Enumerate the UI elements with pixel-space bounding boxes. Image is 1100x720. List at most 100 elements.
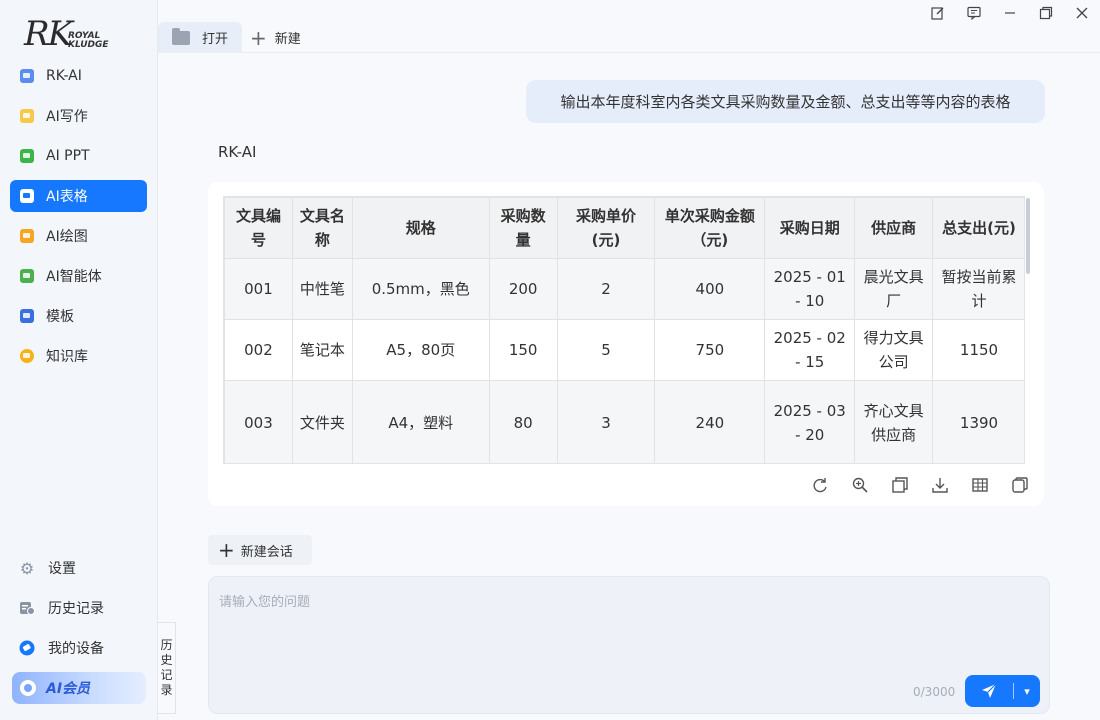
sidebar-bottom: ⚙ 设置 历史记录 我的设备 <box>10 552 147 672</box>
paint-icon <box>20 229 34 243</box>
table-cell: 0.5mm，黑色 <box>351 258 490 320</box>
column-header: 采购日期 <box>764 197 856 259</box>
gear-icon: ⚙ <box>19 558 35 578</box>
column-header: 供应商 <box>854 197 934 259</box>
sidebar-item-label: 设置 <box>48 561 76 577</box>
history-side-tab[interactable]: 历史记录 <box>158 622 176 714</box>
edit-icon[interactable] <box>923 2 953 24</box>
table-cell: 200 <box>488 258 558 320</box>
sidebar-item-ai-ppt[interactable]: AI PPT <box>10 140 147 172</box>
member-label: AI会员 <box>46 681 91 697</box>
agent-icon <box>20 269 34 283</box>
table-cell: 2025 - 01 - 10 <box>764 258 856 320</box>
column-header: 规格 <box>351 197 490 259</box>
table-cell: 750 <box>654 319 766 381</box>
result-table-container[interactable]: 文具编号 文具名称 规格 采购数量 采购单价(元) 单次采购金额（元) 采购日期… <box>223 196 1025 464</box>
table-cell: 2 <box>556 258 656 320</box>
table-icon <box>20 189 34 203</box>
chat-area: 输出本年度科室内各类文具采购数量及金额、总支出等等内容的表格 RK-AI 文具编… <box>158 54 1100 534</box>
chat-icon <box>20 69 34 83</box>
table-scrollbar[interactable] <box>1026 198 1030 274</box>
response-actions <box>800 474 1040 496</box>
table-icon[interactable] <box>960 474 1000 496</box>
result-table: 文具编号 文具名称 规格 采购数量 采购单价(元) 单次采购金额（元) 采购日期… <box>224 197 1024 463</box>
copy-icon[interactable] <box>880 474 920 496</box>
table-cell: 2025 - 03 - 20 <box>764 380 856 463</box>
minimize-icon[interactable] <box>995 2 1025 24</box>
sidebar-item-label: AI智能体 <box>46 269 102 285</box>
sidebar-item-settings[interactable]: ⚙ 设置 <box>10 552 147 584</box>
sidebar-item-label: 知识库 <box>46 349 88 365</box>
logo-line2: KLUDGE <box>68 40 109 50</box>
table-row: 001 中性笔 0.5mm，黑色 200 2 400 2025 - 01 - 1… <box>224 258 1024 320</box>
sidebar-item-ai-table[interactable]: AI表格 <box>10 180 147 212</box>
sidebar-item-label: 历史记录 <box>48 601 104 617</box>
column-header: 采购单价(元) <box>556 197 656 259</box>
table-cell: 240 <box>654 380 766 463</box>
logo: RK ROYAL KLUDGE <box>24 14 134 58</box>
close-icon[interactable] <box>1067 2 1097 24</box>
user-message: 输出本年度科室内各类文具采购数量及金额、总支出等等内容的表格 <box>526 80 1045 123</box>
sidebar-nav: RK-AI AI写作 AI PPT AI表格 AI绘图 AI智能体 模板 知识库 <box>10 60 147 380</box>
table-cell: 400 <box>654 258 766 320</box>
tab-open-label: 打开 <box>202 32 229 47</box>
sidebar-item-templates[interactable]: 模板 <box>10 300 147 332</box>
download-icon[interactable] <box>920 474 960 496</box>
table-cell: 1390 <box>932 380 1024 463</box>
folder-icon <box>172 27 190 45</box>
chevron-down-icon[interactable]: ▾ <box>1014 675 1040 707</box>
new-chat-button[interactable]: + 新建会话 <box>208 535 312 565</box>
writing-icon <box>20 109 34 123</box>
logo-text: ROYAL KLUDGE <box>68 32 109 50</box>
sidebar-item-label: 模板 <box>46 309 74 325</box>
send-icon <box>965 675 1013 707</box>
table-cell: 得力文具公司 <box>854 319 934 381</box>
member-icon <box>20 680 36 696</box>
sidebar-item-rk-ai[interactable]: RK-AI <box>10 60 147 92</box>
sidebar-item-devices[interactable]: 我的设备 <box>10 632 147 664</box>
column-header: 采购数量 <box>488 197 558 259</box>
table-row: 002 笔记本 A5，80页 150 5 750 2025 - 02 - 15 … <box>224 319 1024 381</box>
table-cell: 晨光文具厂 <box>854 258 934 320</box>
ai-member-button[interactable]: AI会员 <box>12 672 146 704</box>
duplicate-icon[interactable] <box>1000 474 1040 496</box>
zoom-icon[interactable] <box>840 474 880 496</box>
tab-open[interactable]: 打开 <box>158 22 242 53</box>
main-area: 打开 + 新建 输出本年度科室内各类文具采购数量及金额、总支出等等内容的表格 R… <box>158 0 1100 720</box>
sidebar-item-ai-paint[interactable]: AI绘图 <box>10 220 147 252</box>
table-header-row: 文具编号 文具名称 规格 采购数量 采购单价(元) 单次采购金额（元) 采购日期… <box>224 197 1024 259</box>
history-icon <box>18 599 36 617</box>
feedback-icon[interactable] <box>959 2 989 24</box>
table-cell: 笔记本 <box>291 319 353 381</box>
table-cell: 001 <box>224 258 293 320</box>
sidebar-item-label: AI写作 <box>46 109 88 125</box>
table-cell: 2025 - 02 - 15 <box>764 319 856 381</box>
send-button[interactable]: ▾ <box>965 675 1040 707</box>
sidebar-item-ai-writing[interactable]: AI写作 <box>10 100 147 132</box>
maximize-icon[interactable] <box>1031 2 1061 24</box>
column-header: 单次采购金额（元) <box>654 197 766 259</box>
ppt-icon <box>20 149 34 163</box>
sidebar-item-history[interactable]: 历史记录 <box>10 592 147 624</box>
sidebar-item-knowledge[interactable]: 知识库 <box>10 340 147 372</box>
new-chat-label: 新建会话 <box>240 544 293 560</box>
question-input[interactable] <box>219 591 899 671</box>
tab-bar: 打开 + 新建 <box>158 0 1100 53</box>
template-icon <box>20 309 34 323</box>
sidebar-item-ai-agent[interactable]: AI智能体 <box>10 260 147 292</box>
table-cell: 80 <box>488 380 558 463</box>
sidebar-item-label: AI表格 <box>46 189 88 205</box>
table-cell: 暂按当前累计 <box>932 258 1024 320</box>
table-cell: A4，塑料 <box>351 380 490 463</box>
input-box: 0/3000 ▾ <box>208 576 1050 714</box>
sidebar-item-label: RK-AI <box>46 68 82 84</box>
logo-mark: RK <box>24 14 73 54</box>
response-card: 文具编号 文具名称 规格 采购数量 采购单价(元) 单次采购金额（元) 采购日期… <box>208 182 1044 506</box>
tab-new[interactable]: + 新建 <box>250 28 301 48</box>
table-cell: 003 <box>224 380 293 463</box>
history-side-tab-label: 历史记录 <box>160 638 173 697</box>
table-row: 003 文件夹 A4，塑料 80 3 240 2025 - 03 - 20 齐心… <box>224 380 1024 463</box>
plus-icon: + <box>218 538 235 562</box>
refresh-icon[interactable] <box>800 474 840 496</box>
bot-name: RK-AI <box>218 143 257 161</box>
